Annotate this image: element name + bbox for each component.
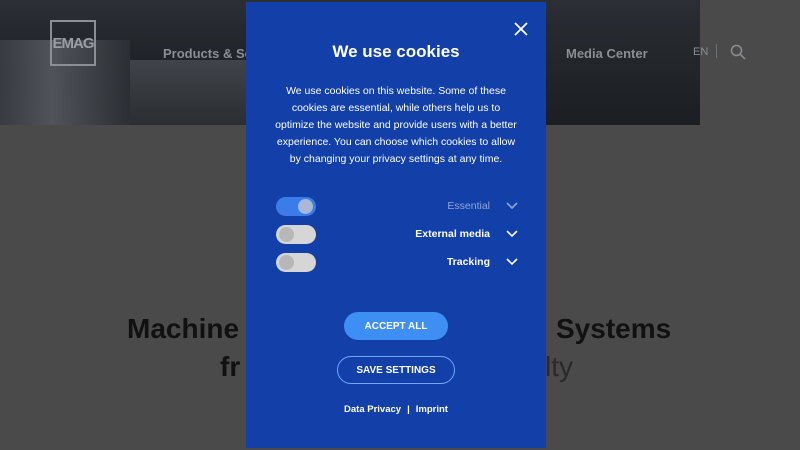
tracking-label: Tracking [446,256,490,268]
headline-fragment: Machine [127,313,240,344]
emag-logo[interactable]: EMAG [50,20,96,66]
cookie-consent-dialog: We use cookies We use cookies on this we… [246,2,546,448]
essential-label: Essential [447,200,490,212]
dialog-title: We use cookies [332,42,460,61]
toggle-knob [298,199,313,214]
tracking-toggle[interactable] [276,253,316,272]
essential-toggle[interactable] [276,197,316,216]
link-separator: | [407,404,410,415]
imprint-link[interactable]: Imprint [416,404,448,415]
external-media-toggle[interactable] [276,225,316,244]
logo-text: EMAG [52,34,95,52]
headline-fragment: lty [545,351,573,382]
hero-machine-center [130,60,246,125]
chevron-down-icon[interactable] [506,201,518,211]
dialog-description: We use cookies on this website. Some of … [275,85,517,165]
chevron-down-icon[interactable] [506,257,518,267]
nav-media-center[interactable]: Media Center [566,46,648,61]
accept-all-button[interactable]: ACCEPT ALL [344,312,448,340]
chevron-down-icon[interactable] [506,229,518,239]
header-right-area [700,0,800,125]
language-selector[interactable]: EN [693,46,708,58]
toggle-knob [279,255,294,270]
headline-fragment: fr [220,351,241,382]
search-icon[interactable] [730,44,746,60]
hero-machine-right [545,30,700,125]
close-icon[interactable] [510,18,532,40]
dialog-footer-links: Data Privacy | Imprint [246,404,546,415]
header-divider [716,44,717,58]
cookie-option-essential: Essential [276,197,518,217]
toggle-knob [279,227,294,242]
data-privacy-link[interactable]: Data Privacy [344,404,401,415]
cookie-option-tracking: Tracking [276,253,518,273]
headline-fragment: Systems [556,313,672,344]
cookie-option-external-media: External media [276,225,518,245]
save-settings-button[interactable]: SAVE SETTINGS [337,356,455,384]
external-media-label: External media [415,228,490,240]
